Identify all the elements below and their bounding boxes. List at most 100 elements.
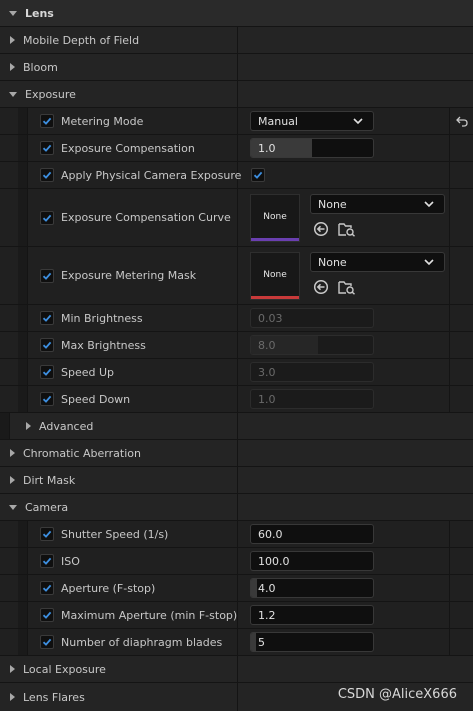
section-camera[interactable]: Camera bbox=[0, 494, 473, 521]
iso-label: ISO bbox=[61, 554, 80, 568]
max-brightness-checkbox[interactable] bbox=[40, 338, 54, 352]
speed-down-label: Speed Down bbox=[61, 392, 131, 406]
iso-input[interactable]: 100.0 bbox=[250, 551, 374, 571]
blades-checkbox[interactable] bbox=[40, 635, 54, 649]
reset-column bbox=[449, 108, 473, 134]
collapse-arrow-icon bbox=[10, 665, 15, 673]
expand-arrow-icon bbox=[9, 504, 17, 510]
min-brightness-label: Min Brightness bbox=[61, 311, 143, 325]
blades-value: 5 bbox=[258, 636, 265, 649]
blades-label: Number of diaphragm blades bbox=[61, 635, 223, 649]
collapse-arrow-icon bbox=[26, 422, 31, 430]
property-apply-physical-camera-exposure: Apply Physical Camera Exposure bbox=[0, 162, 473, 189]
property-exposure-compensation: Exposure Compensation 1.0 bbox=[0, 135, 473, 162]
collapse-arrow-icon bbox=[10, 36, 15, 44]
section-label: Lens Flares bbox=[23, 690, 85, 704]
shutter-speed-input[interactable]: 60.0 bbox=[250, 524, 374, 544]
section-label: Bloom bbox=[23, 60, 58, 74]
min-brightness-checkbox[interactable] bbox=[40, 311, 54, 325]
compensation-curve-checkbox[interactable] bbox=[40, 210, 54, 225]
aperture-label: Aperture (F-stop) bbox=[61, 581, 156, 595]
collapse-arrow-icon bbox=[10, 693, 15, 701]
property-speed-down: Speed Down 1.0 bbox=[0, 386, 473, 413]
asset-type-bar bbox=[251, 238, 299, 241]
metering-mask-asset-picker[interactable]: None bbox=[310, 252, 445, 272]
exposure-compensation-label: Exposure Compensation bbox=[61, 141, 195, 155]
use-selected-icon[interactable] bbox=[313, 221, 329, 237]
metering-mode-dropdown[interactable]: Manual bbox=[250, 111, 374, 131]
speed-up-checkbox[interactable] bbox=[40, 365, 54, 379]
property-diaphragm-blades: Number of diaphragm blades 5 bbox=[0, 629, 473, 656]
property-speed-up: Speed Up 3.0 bbox=[0, 359, 473, 386]
max-aperture-checkbox[interactable] bbox=[40, 608, 54, 622]
max-aperture-value: 1.2 bbox=[258, 609, 276, 622]
section-label: Mobile Depth of Field bbox=[23, 33, 140, 47]
property-max-brightness: Max Brightness 8.0 bbox=[0, 332, 473, 359]
metering-mode-value: Manual bbox=[258, 115, 298, 128]
speed-up-input[interactable]: 3.0 bbox=[250, 362, 374, 382]
exposure-compensation-input[interactable]: 1.0 bbox=[250, 138, 374, 158]
chevron-down-icon bbox=[353, 118, 363, 125]
lens-header-label: Lens bbox=[25, 6, 54, 20]
aperture-input[interactable]: 4.0 bbox=[250, 578, 374, 598]
property-min-brightness: Min Brightness 0.03 bbox=[0, 305, 473, 332]
exposure-compensation-checkbox[interactable] bbox=[40, 141, 54, 155]
section-label: Local Exposure bbox=[23, 662, 106, 676]
section-label: Camera bbox=[25, 500, 69, 514]
speed-down-value: 1.0 bbox=[258, 393, 276, 406]
apply-physical-override-checkbox[interactable] bbox=[40, 168, 54, 182]
compensation-curve-asset-picker[interactable]: None bbox=[310, 194, 445, 214]
min-brightness-input[interactable]: 0.03 bbox=[250, 308, 374, 328]
section-chromatic-aberration[interactable]: Chromatic Aberration bbox=[0, 440, 473, 467]
speed-up-value: 3.0 bbox=[258, 366, 276, 379]
apply-physical-value-checkbox[interactable] bbox=[251, 168, 265, 182]
property-metering-mode: Metering Mode Manual bbox=[0, 108, 473, 135]
collapse-arrow-icon bbox=[10, 449, 15, 457]
max-aperture-input[interactable]: 1.2 bbox=[250, 605, 374, 625]
metering-mask-label: Exposure Metering Mask bbox=[61, 269, 197, 282]
collapse-arrow-icon bbox=[10, 63, 15, 71]
collapse-arrow-icon bbox=[10, 476, 15, 484]
shutter-speed-checkbox[interactable] bbox=[40, 527, 54, 541]
min-brightness-value: 0.03 bbox=[258, 312, 283, 325]
asset-type-bar bbox=[251, 296, 299, 299]
compensation-curve-thumbnail[interactable]: None bbox=[250, 194, 300, 242]
speed-down-input[interactable]: 1.0 bbox=[250, 389, 374, 409]
section-dirt-mask[interactable]: Dirt Mask bbox=[0, 467, 473, 494]
section-local-exposure[interactable]: Local Exposure bbox=[0, 656, 473, 683]
shutter-speed-value: 60.0 bbox=[258, 528, 283, 541]
thumbnail-label: None bbox=[263, 270, 287, 280]
browse-folder-icon[interactable] bbox=[338, 279, 356, 295]
reset-arrow-icon[interactable] bbox=[456, 116, 468, 127]
section-mobile-depth-of-field[interactable]: Mobile Depth of Field bbox=[0, 27, 473, 54]
use-selected-icon[interactable] bbox=[313, 279, 329, 295]
max-brightness-input[interactable]: 8.0 bbox=[250, 335, 374, 355]
watermark-text: CSDN @AliceX666 bbox=[337, 687, 457, 702]
iso-checkbox[interactable] bbox=[40, 554, 54, 568]
browse-folder-icon[interactable] bbox=[338, 221, 356, 237]
property-exposure-compensation-curve: Exposure Compensation Curve None None bbox=[0, 189, 473, 247]
metering-mask-checkbox[interactable] bbox=[40, 268, 54, 283]
expand-arrow-icon bbox=[9, 91, 17, 97]
section-label: Advanced bbox=[39, 419, 94, 433]
aperture-checkbox[interactable] bbox=[40, 581, 54, 595]
exposure-compensation-value: 1.0 bbox=[258, 142, 276, 155]
metering-mask-value: None bbox=[318, 256, 347, 269]
compensation-curve-label: Exposure Compensation Curve bbox=[61, 211, 231, 224]
section-bloom[interactable]: Bloom bbox=[0, 54, 473, 81]
details-panel: Lens Mobile Depth of Field Bloom Exposur… bbox=[0, 0, 473, 711]
aperture-value: 4.0 bbox=[258, 582, 276, 595]
metering-mode-checkbox[interactable] bbox=[40, 114, 54, 128]
metering-mode-label: Metering Mode bbox=[61, 114, 144, 128]
iso-value: 100.0 bbox=[258, 555, 290, 568]
section-advanced[interactable]: Advanced bbox=[0, 413, 473, 440]
property-maximum-aperture: Maximum Aperture (min F-stop) 1.2 bbox=[0, 602, 473, 629]
lens-header[interactable]: Lens bbox=[0, 0, 473, 27]
max-aperture-label: Maximum Aperture (min F-stop) bbox=[61, 608, 238, 622]
metering-mask-thumbnail[interactable]: None bbox=[250, 252, 300, 300]
property-iso: ISO 100.0 bbox=[0, 548, 473, 575]
chevron-down-icon bbox=[424, 201, 434, 208]
section-exposure[interactable]: Exposure bbox=[0, 81, 473, 108]
blades-input[interactable]: 5 bbox=[250, 632, 374, 652]
speed-down-checkbox[interactable] bbox=[40, 392, 54, 406]
